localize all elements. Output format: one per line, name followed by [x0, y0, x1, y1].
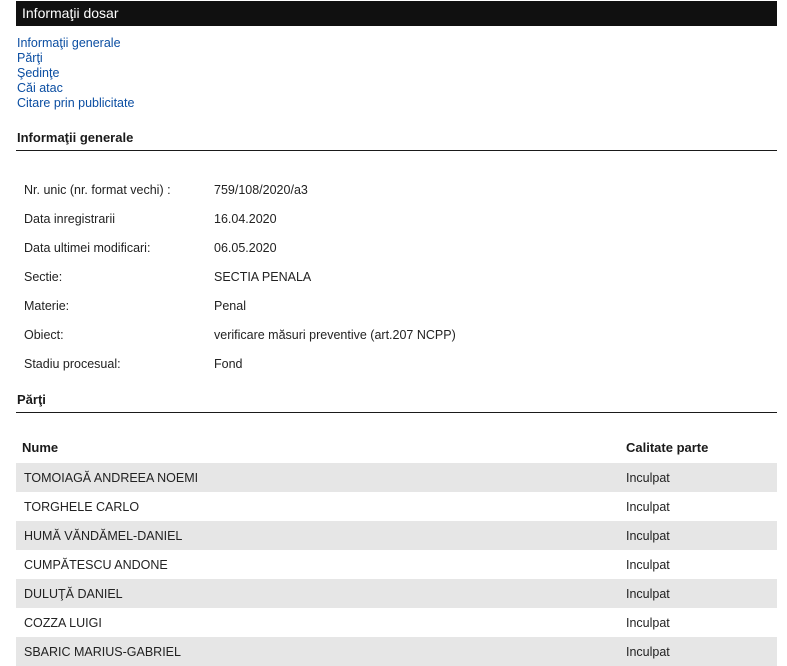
section-header-informatii-generale: Informaţii generale: [16, 128, 777, 151]
info-label: Materie:: [24, 298, 70, 313]
title-bar: Informaţii dosar: [16, 1, 777, 26]
page-title: Informaţii dosar: [22, 5, 119, 21]
nav-link-informatii-generale[interactable]: Informaţii generale: [17, 36, 134, 51]
info-value: 759/108/2020/a3: [214, 182, 308, 197]
info-value: Penal: [214, 298, 246, 313]
info-table: Nr. unic (nr. format vechi) : 759/108/20…: [24, 175, 714, 378]
info-row: Nr. unic (nr. format vechi) : 759/108/20…: [24, 175, 714, 204]
info-label: Stadiu procesual:: [24, 356, 121, 371]
info-row: Stadiu procesual: Fond: [24, 349, 714, 378]
party-role: Inculpat: [626, 557, 670, 572]
party-role: Inculpat: [626, 528, 670, 543]
info-row: Materie: Penal: [24, 291, 714, 320]
nav-link-cai-atac[interactable]: Căi atac: [17, 81, 134, 96]
nav-link-parti[interactable]: Părţi: [17, 51, 134, 66]
party-name: DULUŢĂ DANIEL: [24, 586, 123, 601]
column-header-nume: Nume: [22, 440, 59, 455]
party-role: Inculpat: [626, 586, 670, 601]
info-label: Obiect:: [24, 327, 64, 342]
info-value: 16.04.2020: [214, 211, 277, 226]
info-row: Data inregistrarii 16.04.2020: [24, 204, 714, 233]
info-row: Obiect: verificare măsuri preventive (ar…: [24, 320, 714, 349]
party-role: Inculpat: [626, 615, 670, 630]
section-header-parti: Părţi: [16, 390, 777, 413]
table-row: SBARIC MARIUS-GABRIEL Inculpat: [16, 637, 777, 666]
info-label: Sectie:: [24, 269, 63, 284]
info-value: Fond: [214, 356, 243, 371]
info-label: Nr. unic (nr. format vechi) :: [24, 182, 171, 197]
table-row: TOMOIAGĂ ANDREEA NOEMI Inculpat: [16, 463, 777, 492]
section-title: Informaţii generale: [17, 130, 134, 145]
parti-table-header: Nume Calitate parte: [16, 433, 777, 462]
party-name: HUMĂ VĂNDĂMEL-DANIEL: [24, 528, 183, 543]
nav-link-citare-publicitate[interactable]: Citare prin publicitate: [17, 96, 134, 111]
nav-link-sedinte[interactable]: Şedinţe: [17, 66, 134, 81]
party-name: TORGHELE CARLO: [24, 499, 140, 514]
info-label: Data inregistrarii: [24, 211, 116, 226]
party-role: Inculpat: [626, 470, 670, 485]
table-row: HUMĂ VĂNDĂMEL-DANIEL Inculpat: [16, 521, 777, 550]
column-header-calitate: Calitate parte: [626, 440, 709, 455]
party-name: SBARIC MARIUS-GABRIEL: [24, 644, 181, 659]
party-role: Inculpat: [626, 499, 670, 514]
party-role: Inculpat: [626, 644, 670, 659]
info-value: 06.05.2020: [214, 240, 277, 255]
section-nav: Informaţii generale Părţi Şedinţe Căi at…: [17, 36, 134, 111]
party-name: CUMPĂTESCU ANDONE: [24, 557, 168, 572]
party-name: COZZA LUIGI: [24, 615, 102, 630]
parti-table: TOMOIAGĂ ANDREEA NOEMI Inculpat TORGHELE…: [16, 463, 777, 666]
table-row: TORGHELE CARLO Inculpat: [16, 492, 777, 521]
info-value: SECTIA PENALA: [214, 269, 312, 284]
section-title: Părţi: [17, 392, 46, 407]
party-name: TOMOIAGĂ ANDREEA NOEMI: [24, 470, 199, 485]
info-row: Sectie: SECTIA PENALA: [24, 262, 714, 291]
table-row: COZZA LUIGI Inculpat: [16, 608, 777, 637]
info-label: Data ultimei modificari:: [24, 240, 151, 255]
table-row: CUMPĂTESCU ANDONE Inculpat: [16, 550, 777, 579]
table-row: DULUŢĂ DANIEL Inculpat: [16, 579, 777, 608]
info-row: Data ultimei modificari: 06.05.2020: [24, 233, 714, 262]
info-value: verificare măsuri preventive (art.207 NC…: [214, 327, 456, 342]
